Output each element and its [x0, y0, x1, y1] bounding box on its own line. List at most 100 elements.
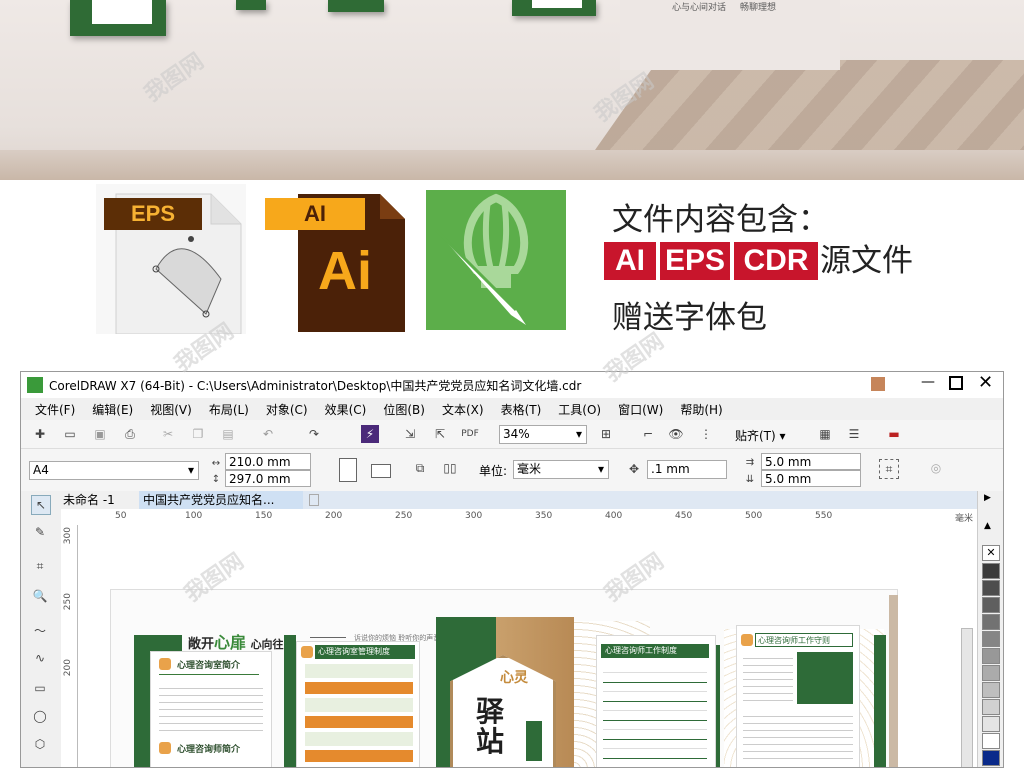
dup-x-field[interactable]: 5.0 mm — [761, 453, 861, 470]
grid-icon[interactable]: ⋮ — [697, 425, 715, 443]
center-accent — [526, 721, 542, 761]
menu-item[interactable]: 文本(X) — [442, 401, 484, 418]
menu-item[interactable]: 窗口(W) — [618, 401, 663, 418]
print-icon[interactable]: ⎙ — [121, 425, 139, 443]
new-tab-icon[interactable] — [309, 494, 319, 506]
launch-icon[interactable]: ⚡ — [361, 425, 379, 443]
import-icon[interactable]: ⇲ — [401, 425, 419, 443]
redo-icon[interactable]: ↷ — [305, 425, 323, 443]
treat-as-filled-icon[interactable]: ⌗ — [879, 459, 899, 479]
undo-icon[interactable]: ↶ — [259, 425, 277, 443]
chevron-down-icon: ▾ — [575, 427, 582, 441]
freehand-tool-icon[interactable]: 〜 — [31, 621, 49, 639]
full-screen-icon[interactable]: ⊞ — [597, 425, 615, 443]
color-swatch[interactable] — [982, 614, 1000, 630]
shape-tool-icon[interactable]: ✎ — [31, 523, 49, 541]
menu-item[interactable]: 工具(O) — [558, 401, 601, 418]
ruler-tick-label: 200 — [325, 511, 343, 521]
rectangle-tool-icon[interactable]: ▭ — [31, 679, 49, 697]
landscape-button[interactable] — [371, 464, 391, 478]
tag-eps: EPS — [660, 242, 730, 280]
nudge-field[interactable]: .1 mm — [647, 460, 727, 479]
color-swatch[interactable] — [982, 699, 1000, 715]
menu-item[interactable]: 对象(C) — [266, 401, 308, 418]
panel-rule — [159, 674, 259, 675]
color-swatch[interactable] — [982, 716, 1000, 732]
window-title: CorelDRAW X7 (64-Bit) - C:\Users\Adminis… — [49, 379, 582, 393]
page-width-field[interactable]: 210.0 mm — [225, 453, 311, 470]
panel-title: 心理咨询室管理制度 — [315, 645, 415, 659]
palette-scroll-icon[interactable]: ▲ — [984, 521, 991, 531]
hero-line2: 赠送字体包 — [612, 300, 767, 336]
ellipse-tool-icon[interactable]: ◯ — [31, 707, 49, 725]
ruler-tick-label: 350 — [535, 511, 553, 521]
page-height-field[interactable]: 297.0 mm — [225, 470, 311, 487]
save-icon[interactable]: ▣ — [91, 425, 109, 443]
open-folder-icon[interactable]: ▭ — [61, 425, 79, 443]
color-swatch[interactable] — [982, 580, 1000, 596]
drawing-canvas[interactable]: 敞开心扉 心向往之 诉说你的烦恼 聆听你的声音 心理咨询室简介 心理咨询师简介 … — [78, 525, 977, 767]
paste-icon[interactable]: ▤ — [219, 425, 237, 443]
export-icon[interactable]: ⇱ — [431, 425, 449, 443]
eps-label: EPS — [104, 198, 202, 230]
menu-item[interactable]: 帮助(H) — [680, 401, 722, 418]
pick-tool-icon[interactable]: ↖ — [31, 495, 51, 515]
ruler-tick-label: 250 — [395, 511, 413, 521]
snap-to-menu[interactable]: 贴齐(T) ▾ — [735, 427, 786, 444]
view-icon[interactable]: 👁 — [667, 425, 685, 443]
copy-icon[interactable]: ❐ — [189, 425, 207, 443]
color-swatch[interactable] — [982, 631, 1000, 647]
portrait-button[interactable] — [339, 458, 357, 482]
welcome-screen-icon[interactable]: ▬ — [885, 425, 903, 443]
options-icon[interactable]: ▦ — [816, 425, 834, 443]
unit-select[interactable]: 毫米 ▾ — [513, 460, 609, 479]
menu-item[interactable]: 文件(F) — [35, 401, 75, 418]
ruler-tick-label: 150 — [255, 511, 273, 521]
color-swatch[interactable] — [982, 733, 1000, 749]
no-fill-swatch[interactable]: ✕ — [982, 545, 1000, 561]
color-swatch[interactable] — [982, 750, 1000, 766]
menu-item[interactable]: 表格(T) — [501, 401, 542, 418]
vertical-scrollbar[interactable] — [961, 628, 973, 767]
color-swatch[interactable] — [982, 665, 1000, 681]
color-swatch[interactable] — [982, 597, 1000, 613]
header-highlight: 心扉 — [214, 633, 247, 652]
dup-y-field[interactable]: 5.0 mm — [761, 470, 861, 487]
tab-active-document[interactable]: 中国共产党党员应知名... — [139, 491, 303, 509]
cut-icon[interactable]: ✂ — [159, 425, 177, 443]
artistic-media-icon[interactable]: ∿ — [31, 649, 49, 667]
property-bar: A4 ▾ ↔ 210.0 mm ↕ 297.0 mm ⧉ ▯▯ 单位: 毫米 ▾… — [21, 449, 1003, 492]
menu-item[interactable]: 视图(V) — [150, 401, 192, 418]
palette-scroll-up-icon[interactable]: ▶ — [984, 493, 991, 503]
all-pages-icon[interactable]: ⧉ — [411, 459, 429, 477]
menu-item[interactable]: 效果(C) — [325, 401, 367, 418]
menu-item[interactable]: 布局(L) — [209, 401, 249, 418]
design-panel-1: 心理咨询室简介 心理咨询师简介 — [150, 651, 272, 767]
menu-item[interactable]: 位图(B) — [383, 401, 425, 418]
crop-tool-icon[interactable]: ⌗ — [31, 557, 49, 575]
panel-text-block — [743, 652, 793, 702]
wall-frame — [512, 0, 596, 16]
app-launcher-icon[interactable]: ☰ — [845, 425, 863, 443]
page-size-select[interactable]: A4 ▾ — [29, 461, 199, 480]
tab-untitled[interactable]: 未命名 -1 — [61, 491, 139, 509]
maximize-icon[interactable] — [949, 376, 963, 390]
current-page-icon[interactable]: ▯▯ — [441, 459, 459, 477]
new-document-icon[interactable]: ✚ — [31, 425, 49, 443]
eps-file-icon: EPS — [96, 184, 246, 335]
page-options-icon[interactable]: ◎ — [927, 459, 945, 477]
color-swatch[interactable] — [982, 648, 1000, 664]
close-icon[interactable]: ✕ — [978, 372, 993, 393]
rulers-icon[interactable]: ⌐ — [639, 425, 657, 443]
color-swatch[interactable] — [982, 682, 1000, 698]
zoom-tool-icon[interactable]: 🔍 — [31, 587, 49, 605]
zoom-level-select[interactable]: 34% ▾ — [499, 425, 587, 444]
pdf-icon[interactable]: PDF — [461, 425, 479, 443]
color-swatch[interactable] — [982, 563, 1000, 579]
tag-ai: AI — [604, 242, 656, 280]
hand-icon — [301, 646, 313, 658]
minimize-icon[interactable]: — — [921, 374, 935, 390]
polygon-tool-icon[interactable]: ⬡ — [31, 735, 49, 753]
user-icon[interactable] — [871, 377, 885, 391]
menu-item[interactable]: 编辑(E) — [92, 401, 133, 418]
